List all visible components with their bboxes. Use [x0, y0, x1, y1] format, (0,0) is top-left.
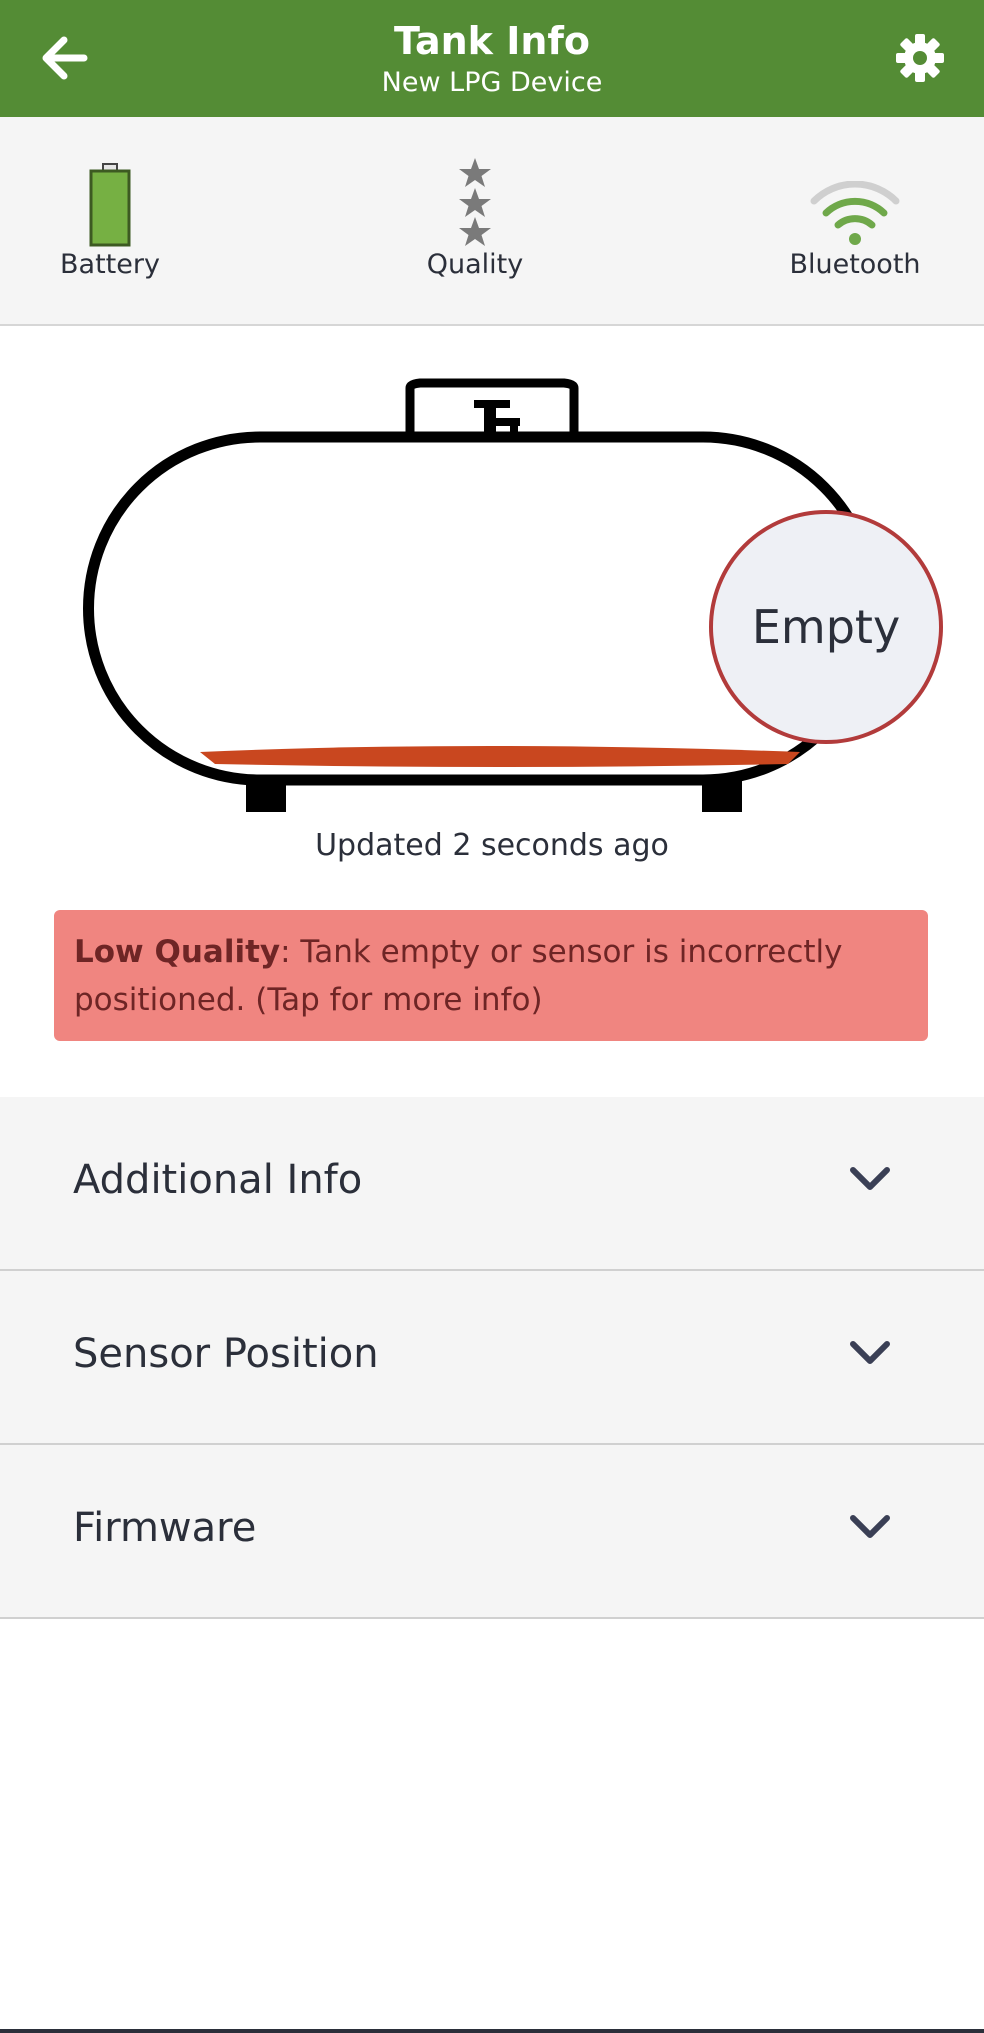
stars-icon — [459, 158, 491, 246]
app-header: Tank Info New LPG Device — [0, 0, 984, 117]
section-label: Firmware — [73, 1505, 257, 1551]
chevron-down-icon — [850, 1167, 890, 1190]
level-badge: Empty — [709, 510, 943, 744]
settings-button[interactable] — [890, 28, 950, 88]
tank-leg-left — [246, 780, 286, 812]
low-quality-alert[interactable]: Low Quality: Tank empty or sensor is inc… — [54, 910, 928, 1041]
home-indicator — [0, 2029, 984, 2033]
gear-icon — [896, 34, 944, 82]
firmware-section[interactable]: Firmware — [0, 1445, 984, 1619]
chevron-down-icon — [850, 1515, 890, 1538]
sensor-position-section[interactable]: Sensor Position — [0, 1271, 984, 1445]
battery-status: Battery — [10, 117, 210, 324]
section-label: Additional Info — [73, 1157, 363, 1203]
additional-info-section[interactable]: Additional Info — [0, 1097, 984, 1271]
section-label: Sensor Position — [73, 1331, 379, 1377]
alert-title: Low Quality — [74, 934, 281, 970]
tank-leg-right — [702, 780, 742, 812]
bluetooth-status: Bluetooth — [755, 117, 955, 324]
battery-label: Battery — [60, 249, 160, 280]
tank-valve — [405, 378, 579, 436]
updated-time: Updated 2 seconds ago — [315, 828, 669, 863]
info-sections: Additional Info Sensor Position Firmware — [0, 1097, 984, 1619]
chevron-down-icon — [850, 1341, 890, 1364]
quality-status: Quality — [375, 117, 575, 324]
status-bar: Battery Quality Bluetooth — [0, 117, 984, 326]
device-name: New LPG Device — [381, 67, 603, 98]
bluetooth-label: Bluetooth — [789, 249, 921, 280]
quality-label: Quality — [426, 249, 524, 280]
signal-icon — [810, 181, 900, 245]
page-title: Tank Info — [393, 19, 591, 63]
battery-icon — [89, 163, 131, 247]
tank-fill — [200, 746, 800, 767]
